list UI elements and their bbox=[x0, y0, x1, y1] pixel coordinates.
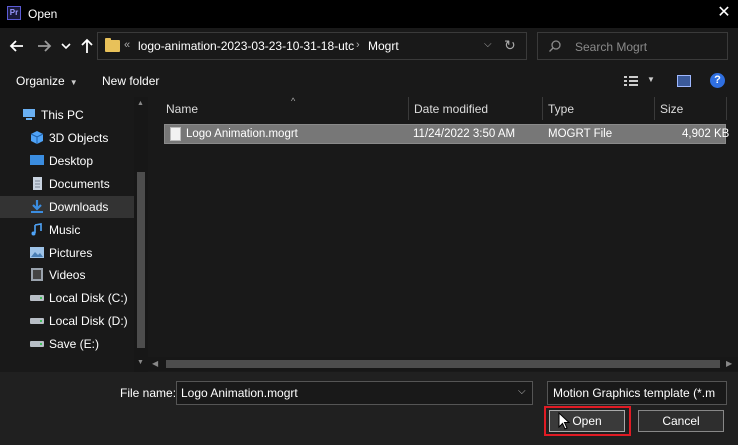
chevron-down-icon bbox=[61, 43, 71, 50]
file-type-value: Motion Graphics template (*.m bbox=[553, 386, 716, 400]
column-header-name[interactable]: Name ^ bbox=[161, 96, 409, 120]
address-dropdown-icon[interactable]: ⌵ bbox=[484, 39, 492, 50]
column-header-size[interactable]: Size bbox=[655, 97, 727, 120]
premiere-app-icon: Pr bbox=[7, 6, 21, 20]
computer-icon bbox=[22, 108, 36, 121]
column-label-date-modified: Date modified bbox=[414, 102, 489, 116]
sidebar-item-label: Save (E:) bbox=[49, 337, 100, 351]
breadcrumb-overflow[interactable]: « bbox=[124, 39, 130, 51]
file-date-modified: 11/24/2022 3:50 AM bbox=[413, 128, 516, 140]
sidebar-item-desktop[interactable]: Desktop bbox=[0, 150, 134, 172]
window-title: Open bbox=[28, 7, 58, 21]
view-dropdown-icon[interactable]: ▼ bbox=[647, 75, 655, 84]
close-button[interactable]: ✕ bbox=[713, 3, 735, 23]
scroll-up-icon[interactable]: ▲ bbox=[137, 100, 144, 107]
pictures-icon bbox=[30, 246, 44, 259]
file-row-logo-animation[interactable]: Logo Animation.mogrt 11/24/2022 3:50 AM … bbox=[164, 124, 730, 144]
sidebar-item-pictures[interactable]: Pictures bbox=[0, 242, 134, 264]
organize-label: Organize bbox=[16, 74, 65, 88]
column-header-type[interactable]: Type bbox=[543, 97, 655, 120]
file-list-scrollbar[interactable]: ◀ ▶ bbox=[148, 357, 738, 371]
sidebar-scroll-thumb[interactable] bbox=[137, 172, 145, 348]
sidebar-item-this-pc[interactable]: This PC bbox=[0, 104, 134, 126]
drive-icon bbox=[30, 314, 44, 327]
organize-dropdown-icon: ▼ bbox=[69, 78, 78, 87]
file-icon bbox=[170, 127, 181, 141]
column-header-date-modified[interactable]: Date modified bbox=[409, 97, 543, 120]
sidebar-item-documents[interactable]: Documents bbox=[0, 173, 134, 195]
mouse-cursor-icon bbox=[558, 412, 570, 430]
sidebar-item-label: Music bbox=[49, 223, 81, 237]
video-icon bbox=[30, 268, 44, 281]
arrow-left-icon bbox=[9, 40, 23, 52]
file-size: 4,902 KB bbox=[682, 128, 730, 140]
back-button[interactable] bbox=[8, 37, 26, 55]
cube-icon bbox=[30, 131, 44, 144]
new-folder-button[interactable]: New folder bbox=[102, 74, 159, 88]
search-icon bbox=[549, 40, 561, 52]
sidebar-item-label: This PC bbox=[41, 108, 84, 122]
file-name-dropdown-icon[interactable]: ⌵ bbox=[518, 386, 526, 397]
file-name-label: File name: bbox=[120, 386, 177, 400]
sidebar-item-label: Desktop bbox=[49, 154, 94, 168]
arrow-up-icon bbox=[81, 38, 93, 53]
sidebar-item-local-disk-d[interactable]: Local Disk (D:) bbox=[0, 310, 134, 332]
sort-ascending-icon: ^ bbox=[291, 96, 296, 106]
scroll-right-icon[interactable]: ▶ bbox=[726, 359, 732, 368]
file-name-value: Logo Animation.mogrt bbox=[181, 386, 298, 400]
column-label-name: Name bbox=[166, 102, 199, 116]
document-icon bbox=[30, 177, 44, 190]
drive-icon bbox=[30, 337, 44, 350]
sidebar-item-local-disk-c[interactable]: Local Disk (C:) bbox=[0, 287, 134, 309]
breadcrumb-separator[interactable]: › bbox=[356, 39, 360, 51]
search-box[interactable]: Search Mogrt bbox=[537, 32, 728, 60]
breadcrumb-item-logo-animation[interactable]: logo-animation-2023-03-23-10-31-18-utc bbox=[138, 39, 354, 53]
file-type: MOGRT File bbox=[548, 128, 613, 140]
sidebar-scrollbar[interactable]: ▲ ▼ bbox=[134, 97, 148, 372]
sidebar-item-label: Videos bbox=[49, 268, 86, 282]
sidebar-item-label: Documents bbox=[49, 177, 110, 191]
sidebar-item-label: Pictures bbox=[49, 246, 93, 260]
up-button[interactable] bbox=[78, 37, 96, 55]
cancel-button[interactable]: Cancel bbox=[638, 410, 724, 432]
arrow-right-icon bbox=[38, 40, 52, 52]
help-icon[interactable]: ? bbox=[710, 73, 725, 88]
dialog-footer: File name: Logo Animation.mogrt ⌵ Motion… bbox=[0, 372, 738, 445]
forward-button[interactable] bbox=[35, 37, 53, 55]
download-icon bbox=[30, 200, 44, 213]
address-bar[interactable]: « logo-animation-2023-03-23-10-31-18-utc… bbox=[97, 32, 527, 60]
refresh-icon[interactable]: ↻ bbox=[504, 37, 516, 54]
file-name: Logo Animation.mogrt bbox=[186, 128, 298, 140]
file-name-input[interactable]: Logo Animation.mogrt ⌵ bbox=[176, 381, 533, 405]
recent-locations-button[interactable] bbox=[60, 37, 72, 55]
desktop-icon bbox=[30, 154, 44, 167]
drive-icon bbox=[30, 291, 44, 304]
sidebar-item-label: Downloads bbox=[49, 200, 109, 214]
file-list: Name ^ Date modified Type Size Logo Anim… bbox=[148, 96, 738, 372]
breadcrumb-item-mogrt[interactable]: Mogrt bbox=[368, 39, 399, 53]
scroll-down-icon[interactable]: ▼ bbox=[137, 359, 144, 366]
search-input[interactable]: Search Mogrt bbox=[575, 40, 647, 54]
navigation-pane: This PC 3D Objects Desktop Documents Downloa… bbox=[0, 97, 148, 372]
sidebar-item-3d-objects[interactable]: 3D Objects bbox=[0, 127, 134, 149]
sidebar-item-label: 3D Objects bbox=[49, 131, 109, 145]
sidebar-item-music[interactable]: Music bbox=[0, 219, 134, 241]
sidebar-item-save-e[interactable]: Save (E:) bbox=[0, 333, 134, 355]
sidebar-item-label: Local Disk (D:) bbox=[49, 314, 128, 328]
title-bar: Pr Open ✕ bbox=[0, 0, 738, 28]
folder-icon bbox=[105, 38, 120, 52]
sidebar-item-label: Local Disk (C:) bbox=[49, 291, 128, 305]
scroll-left-icon[interactable]: ◀ bbox=[152, 359, 158, 368]
sidebar-item-downloads[interactable]: Downloads bbox=[0, 196, 134, 218]
view-options-icon[interactable] bbox=[624, 75, 638, 87]
sidebar-item-videos[interactable]: Videos bbox=[0, 264, 134, 286]
organize-button[interactable]: Organize ▼ bbox=[16, 74, 78, 88]
column-label-type: Type bbox=[548, 102, 575, 116]
preview-pane-icon[interactable] bbox=[677, 75, 691, 87]
music-icon bbox=[30, 223, 44, 236]
file-list-scroll-thumb[interactable] bbox=[166, 360, 720, 368]
column-label-size: Size bbox=[660, 102, 684, 116]
file-type-select[interactable]: Motion Graphics template (*.m bbox=[547, 381, 727, 405]
